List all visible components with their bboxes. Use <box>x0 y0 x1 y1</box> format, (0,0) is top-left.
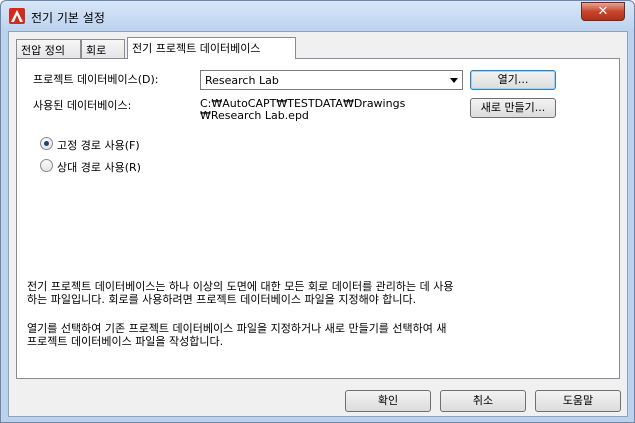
description-line: 프로젝트 데이터베이스 파일을 작성합니다. <box>27 335 224 348</box>
used-db-path-line2: ₩Research Lab.epd <box>200 109 309 122</box>
new-button[interactable]: 새로 만들기... <box>470 98 556 118</box>
chevron-down-icon <box>450 78 458 83</box>
cancel-button[interactable]: 취소 <box>440 390 526 412</box>
open-button[interactable]: 열기... <box>470 70 556 90</box>
fixed-path-radio[interactable] <box>40 137 53 150</box>
tab-voltage-definition[interactable]: 전압 정의 <box>16 39 81 58</box>
dialog-client: 전압 정의 회로 전기 프로젝트 데이터베이스 프로젝트 데이터베이스(D): … <box>8 31 628 417</box>
description-paragraph-2: 열기를 선택하여 기존 프로젝트 데이터베이스 파일을 지정하거나 새로 만들기… <box>27 322 567 348</box>
tab-electrical-project-database[interactable]: 전기 프로젝트 데이터베이스 <box>127 37 296 59</box>
project-db-value: Research Lab <box>205 74 279 87</box>
description-line: 전기 프로젝트 데이터베이스는 하나 이상의 도면에 대한 모든 회로 데이터를… <box>27 280 454 293</box>
used-db-label: 사용된 데이터베이스: <box>33 99 132 112</box>
description-line: 하는 파일입니다. 회로를 사용하려면 프로젝트 데이터베이스 파일을 지정해야… <box>27 293 417 306</box>
description-paragraph-1: 전기 프로젝트 데이터베이스는 하나 이상의 도면에 대한 모든 회로 데이터를… <box>27 280 567 306</box>
fixed-path-label[interactable]: 고정 경로 사용(F) <box>57 137 140 153</box>
description-line: 열기를 선택하여 기존 프로젝트 데이터베이스 파일을 지정하거나 새로 만들기… <box>27 322 447 335</box>
project-db-dropdown[interactable]: Research Lab <box>200 70 463 90</box>
project-db-label: 프로젝트 데이터베이스(D): <box>33 73 159 86</box>
dialog-window: 전기 기본 설정 ✕ 전압 정의 회로 전기 프로젝트 데이터베이스 프로젝트 … <box>0 0 635 423</box>
relative-path-radio[interactable] <box>40 159 53 172</box>
autocad-electrical-icon <box>9 8 25 24</box>
tab-panel: 프로젝트 데이터베이스(D): Research Lab 열기... 사용된 데… <box>16 58 620 379</box>
close-button[interactable]: ✕ <box>581 2 625 21</box>
title-bar[interactable]: 전기 기본 설정 ✕ <box>1 1 634 31</box>
window-title: 전기 기본 설정 <box>31 11 105 25</box>
tab-circuit[interactable]: 회로 <box>81 39 125 58</box>
relative-path-label[interactable]: 상대 경로 사용(R) <box>57 159 141 175</box>
help-button[interactable]: 도움말 <box>535 390 621 412</box>
ok-button[interactable]: 확인 <box>345 390 431 412</box>
